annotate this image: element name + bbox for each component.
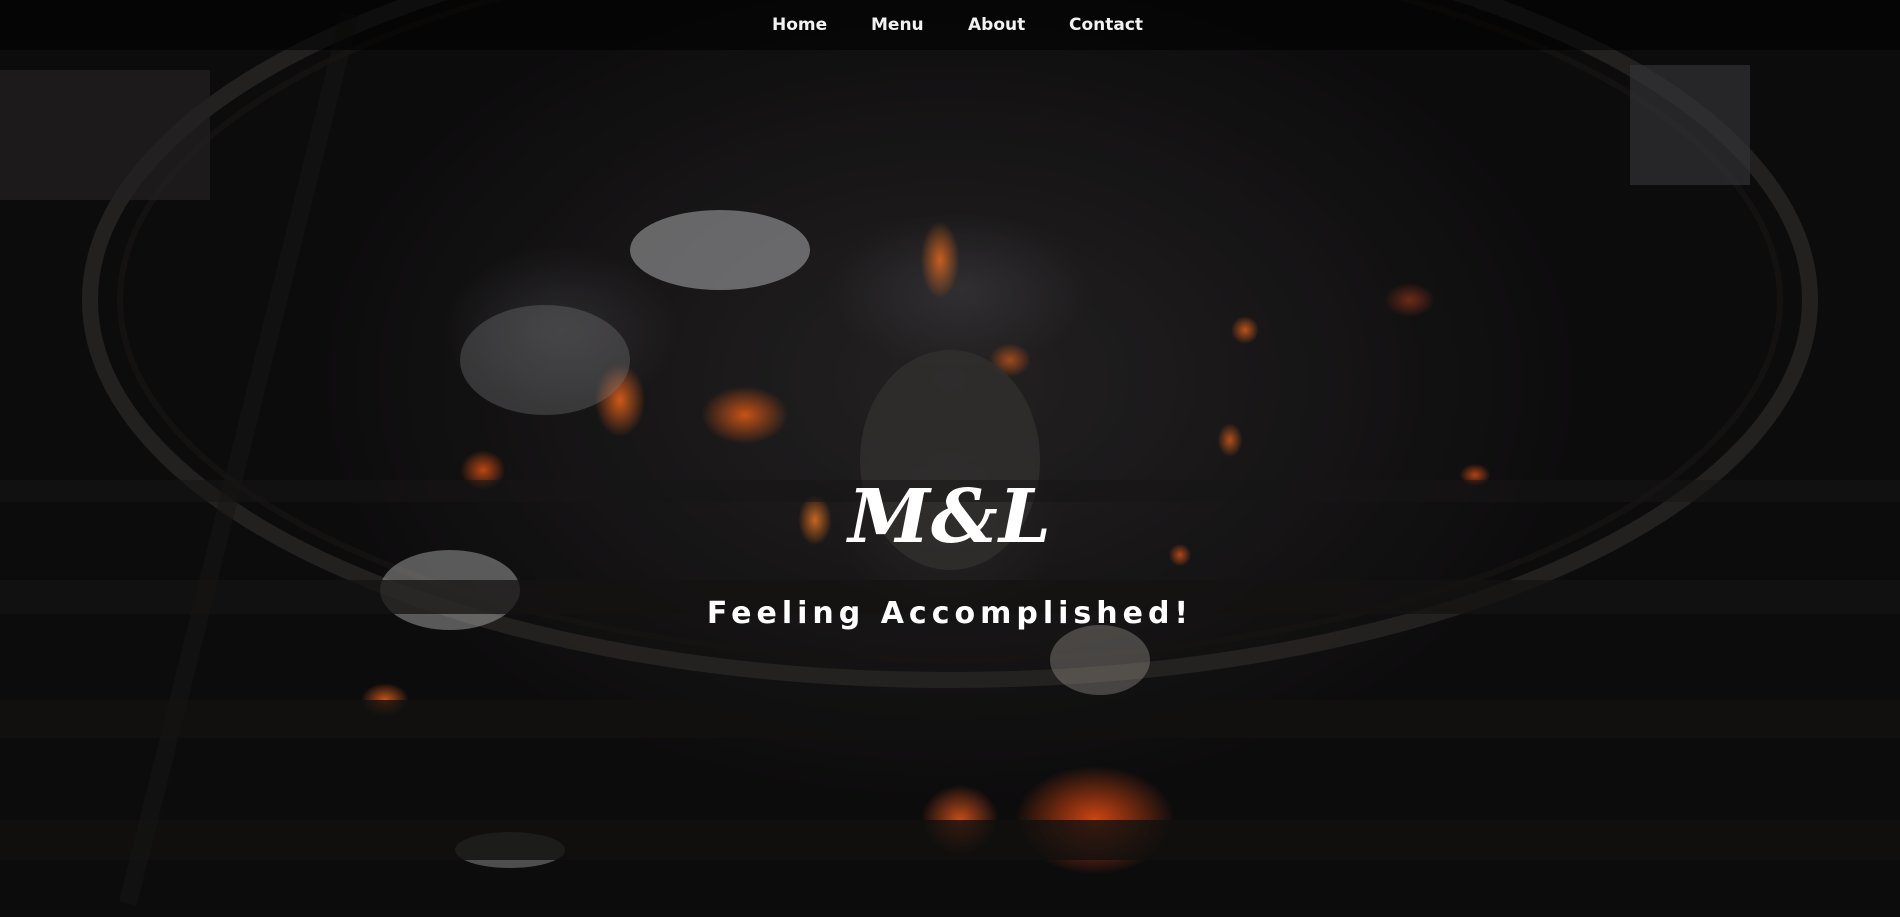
brand-logo-text: M&L — [848, 474, 1052, 560]
hero-section: Home Menu About Contact M&L Feeling Acco… — [0, 0, 1900, 917]
nav-link-home[interactable]: Home — [772, 0, 827, 50]
charcoal-grill-background — [0, 0, 1900, 917]
nav-link-about[interactable]: About — [968, 0, 1025, 50]
nav-link-contact[interactable]: Contact — [1069, 0, 1143, 50]
top-navigation-bar: Home Menu About Contact — [0, 0, 1900, 50]
nav-link-menu[interactable]: Menu — [871, 0, 924, 50]
hero-tagline: Feeling Accomplished! — [706, 596, 1194, 631]
